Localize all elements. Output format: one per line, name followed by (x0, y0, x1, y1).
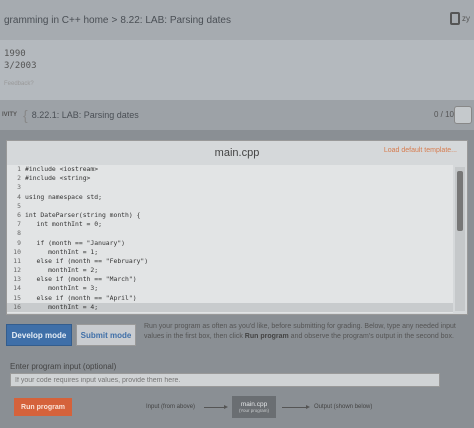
breadcrumb-bar: gramming in C++ home > 8.22: LAB: Parsin… (0, 0, 474, 40)
code-text[interactable]: else if (month == "May") (25, 312, 129, 313)
code-line[interactable]: 15 else if (month == "April") (7, 294, 453, 303)
lab-header: IVITY { 8.22.1: LAB: Parsing dates 0 / 1… (0, 100, 474, 130)
breadcrumb-course-link[interactable]: gramming in C++ home (4, 15, 109, 26)
code-text[interactable]: else if (month == "April") (25, 294, 137, 303)
mode-description-text-end: and observe the program's output in the … (288, 333, 454, 340)
output-flow-label: Output (shown below) (314, 404, 373, 410)
code-line[interactable]: 17 else if (month == "May") (7, 312, 453, 313)
code-line[interactable]: 12 monthInt = 2; (7, 266, 453, 275)
program-input-label: Enter program input (optional) (10, 362, 117, 371)
main-sub-label: (Your program) (238, 408, 270, 413)
zybook-label: zy (462, 14, 470, 23)
code-line[interactable]: 10 monthInt = 1; (7, 248, 453, 257)
arrow-right-icon (204, 405, 228, 409)
scrollbar-thumb[interactable] (457, 171, 463, 231)
code-editor: main.cpp Load default template... 1 #incl… (6, 140, 468, 315)
code-text[interactable]: else if (month == "February") (25, 257, 149, 266)
editor-title-bar: main.cpp Load default template... (7, 141, 467, 165)
code-text[interactable]: int DateParser(string month) { (25, 211, 140, 220)
line-number: 6 (17, 210, 21, 219)
code-line[interactable]: 3 (7, 183, 453, 192)
line-number: 1 (17, 165, 21, 173)
line-number: 8 (17, 229, 21, 238)
code-text[interactable]: int monthInt = 0; (25, 220, 102, 229)
lab-score: 0 / 10 (433, 110, 454, 119)
line-number: 16 (13, 302, 21, 311)
line-number: 13 (13, 275, 21, 284)
code-text[interactable]: if (month == "January") (25, 239, 126, 248)
main-file-label: main.cpp (240, 401, 268, 408)
code-text[interactable]: #include <iostream> (25, 165, 98, 174)
breadcrumb-section: 8.22: LAB: Parsing dates (120, 14, 231, 26)
code-text[interactable]: else if (month == "March") (25, 275, 137, 284)
line-number: 14 (13, 284, 21, 293)
code-text[interactable]: using namespace std; (25, 193, 102, 202)
arrow-right-icon (282, 405, 310, 409)
load-default-template-button[interactable]: Load default template... (384, 147, 457, 154)
editor-filename: main.cpp (214, 147, 260, 159)
mode-description-bold: Run program (244, 333, 289, 340)
previous-output-line: 1990 (4, 49, 26, 59)
bracket-icon: { (23, 107, 28, 123)
zybook-menu[interactable]: zy (450, 12, 470, 25)
completion-box-icon (454, 106, 472, 124)
line-number: 10 (13, 247, 21, 256)
code-line[interactable]: 11 else if (month == "February") (7, 257, 453, 266)
mode-row: Develop mode Submit mode Run your progra… (6, 320, 468, 360)
code-line[interactable]: 1 #include <iostream> (7, 165, 453, 174)
code-text[interactable]: monthInt = 4; (25, 303, 98, 312)
code-line[interactable]: 8 (7, 229, 453, 238)
program-input-field[interactable] (10, 373, 440, 387)
code-area[interactable]: 1 #include <iostream> 2 #include <string> 3 4… (7, 165, 453, 313)
code-line[interactable]: 5 (7, 202, 453, 211)
code-text[interactable]: monthInt = 1; (25, 248, 98, 257)
previous-output-line: 3/2003 (4, 61, 37, 71)
run-row: Run program Input (from above) main.cpp … (0, 394, 474, 428)
line-number: 4 (17, 192, 21, 201)
code-line[interactable]: 14 monthInt = 3; (7, 284, 453, 293)
lab-title: 8.22.1: LAB: Parsing dates (31, 110, 139, 120)
submit-mode-button[interactable]: Submit mode (76, 324, 136, 346)
code-line[interactable]: 13 else if (month == "March") (7, 275, 453, 284)
line-number: 11 (13, 256, 21, 265)
line-number: 9 (17, 238, 21, 247)
code-line[interactable]: 7 int monthInt = 0; (7, 220, 453, 229)
line-number: 17 (7, 312, 25, 313)
activity-label: IVITY (2, 112, 18, 118)
editor-scrollbar[interactable] (455, 167, 465, 311)
code-line[interactable]: 6 int DateParser(string month) { (7, 211, 453, 220)
book-icon (450, 12, 460, 25)
feedback-link[interactable]: Feedback? (4, 78, 470, 90)
previous-output: 1990 3/2003 Feedback? (0, 40, 474, 100)
input-flow-label: Input (from above) (146, 404, 196, 410)
mode-description: Run your program as often as you'd like,… (144, 322, 464, 342)
run-program-button[interactable]: Run program (14, 398, 72, 416)
code-text[interactable]: monthInt = 3; (25, 284, 98, 293)
main-program-box: main.cpp (Your program) (232, 396, 276, 418)
line-number: 12 (13, 266, 21, 275)
code-text[interactable]: monthInt = 2; (25, 266, 98, 275)
breadcrumb-separator: > (111, 14, 118, 26)
line-number: 5 (17, 201, 21, 210)
code-line[interactable]: 9 if (month == "January") (7, 239, 453, 248)
code-text[interactable]: #include <string> (25, 174, 90, 183)
line-number: 2 (17, 174, 21, 183)
develop-mode-button[interactable]: Develop mode (6, 324, 72, 346)
line-number: 3 (17, 183, 21, 192)
line-number: 15 (13, 293, 21, 302)
line-number: 7 (17, 220, 21, 229)
code-line[interactable]: 2 #include <string> (7, 174, 453, 183)
code-line[interactable]: 4 using namespace std; (7, 193, 453, 202)
code-line[interactable]: 16 monthInt = 4; (7, 302, 453, 312)
